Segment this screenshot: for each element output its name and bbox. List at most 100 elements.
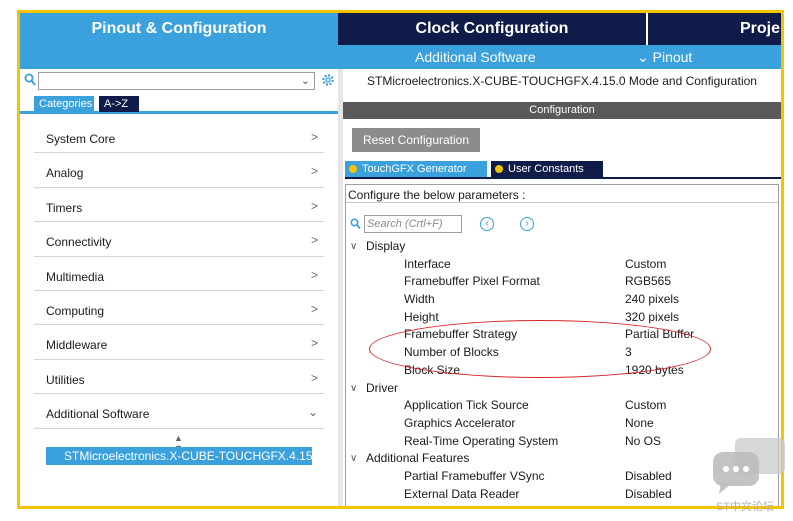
previous-match-icon[interactable]: ‹ — [480, 217, 494, 231]
tab-pinout-configuration[interactable]: Pinout & Configuration — [20, 13, 338, 45]
group-label: Display — [366, 239, 406, 253]
configuration-subtabs: TouchGFX Generator User Constants — [345, 161, 781, 179]
additional-software-menu[interactable]: Additional Software — [415, 45, 536, 69]
sidebar-item-middleware[interactable]: Middleware > — [34, 325, 324, 360]
chevron-down-icon: ⌄ — [637, 49, 649, 65]
group-label: Additional Features — [366, 451, 470, 466]
sidebar-item-label: Middleware — [46, 338, 108, 353]
parameter-value[interactable]: 240 pixels — [625, 291, 679, 309]
parameter-value[interactable]: Partial Buffer — [625, 326, 694, 344]
parameter-name: External Data Reader — [404, 486, 520, 501]
tab-project-manager[interactable]: Proje — [648, 13, 781, 45]
tab-a-to-z[interactable]: A->Z — [99, 96, 139, 112]
tab-touchgfx-generator[interactable]: TouchGFX Generator — [345, 161, 487, 177]
sidebar-item-label: Timers — [46, 200, 83, 215]
search-icon — [350, 218, 361, 230]
reset-configuration-button[interactable]: Reset Configuration — [352, 128, 480, 152]
sidebar-item-label: Multimedia — [46, 269, 105, 284]
table-row[interactable]: Interface Custom — [346, 256, 778, 274]
tab-user-constants[interactable]: User Constants — [491, 161, 603, 177]
chevron-down-icon: ∨ — [350, 453, 358, 465]
parameter-value[interactable]: 320 pixels — [625, 309, 679, 327]
parameter-value[interactable]: Disabled — [625, 468, 672, 486]
parameter-name: Width — [404, 292, 435, 307]
table-row[interactable]: Graphics Accelerator None — [346, 415, 778, 433]
group-driver[interactable]: ∨ Driver — [346, 380, 778, 398]
app-window: Pinout & Configuration Clock Configurati… — [17, 10, 784, 509]
parameter-value[interactable]: No OS — [625, 433, 661, 451]
forum-chat-icon — [713, 438, 785, 494]
parameter-name: Height — [404, 309, 439, 324]
chevron-down-icon[interactable]: ⌄ — [301, 74, 310, 87]
parameter-value[interactable]: Custom — [625, 397, 666, 415]
sub-toolbar: Additional Software ⌄ Pinout — [20, 45, 781, 69]
next-match-icon[interactable]: › — [520, 217, 534, 231]
sidebar-item-multimedia[interactable]: Multimedia > — [34, 257, 324, 291]
chevron-right-icon: > — [310, 198, 318, 213]
table-row[interactable]: Width 240 pixels — [346, 291, 778, 309]
pinout-menu-label: Pinout — [652, 49, 693, 65]
table-row[interactable]: Application Tick Source Custom — [346, 397, 778, 415]
group-label: Driver — [366, 380, 398, 395]
sidebar-item-label: System Core — [46, 132, 116, 146]
chevron-right-icon: > — [310, 164, 318, 179]
pinout-menu[interactable]: ⌄ Pinout — [637, 45, 692, 69]
chevron-right-icon: > — [310, 336, 318, 351]
sidebar-item-analog[interactable]: Analog > — [34, 153, 324, 188]
group-display[interactable]: ∨ Display — [346, 238, 778, 256]
parameter-search-input[interactable]: Search (Crtl+F) — [364, 215, 462, 233]
parameter-name: Graphics Accelerator — [404, 415, 516, 430]
chevron-down-icon: ⌄ — [307, 405, 318, 420]
mode-and-configuration-title: STMicroelectronics.X-CUBE-TOUCHGFX.4.15.… — [367, 74, 757, 88]
sidebar-selected-package[interactable]: STMicroelectronics.X-CUBE-TOUCHGFX.4.15.… — [46, 447, 323, 465]
parameter-name: Framebuffer Strategy — [404, 327, 518, 342]
parameter-name: Interface — [404, 256, 451, 271]
sidebar-item-system-core[interactable]: System Core > — [34, 119, 324, 154]
table-row[interactable]: Height 320 pixels — [346, 309, 778, 327]
sidebar-item-connectivity[interactable]: Connectivity > — [34, 222, 324, 257]
watermark-text: ST中文论坛 — [716, 501, 775, 513]
parameter-name: Real-Time Operating System — [404, 433, 559, 448]
table-row[interactable]: Number of Blocks 3 — [346, 344, 778, 362]
sidebar-item-timers[interactable]: Timers > — [34, 188, 324, 223]
parameter-name: Partial Framebuffer VSync — [404, 468, 545, 483]
sidebar: ⌄ Categories A->Z System Core > Analog > T… — [20, 69, 338, 506]
sidebar-item-label: Connectivity — [46, 235, 112, 250]
tab-clock-configuration[interactable]: Clock Configuration — [338, 13, 646, 45]
parameter-value[interactable]: Disabled — [625, 486, 672, 504]
table-row[interactable]: Block Size 1920 bytes — [346, 362, 778, 380]
parameter-value[interactable]: 3 — [625, 344, 632, 362]
chevron-right-icon: > — [310, 130, 318, 144]
chevron-right-icon: > — [310, 301, 318, 316]
top-tab-bar: Pinout & Configuration Clock Configurati… — [20, 13, 781, 45]
table-row[interactable]: Framebuffer Strategy Partial Buffer — [346, 326, 778, 344]
chevron-down-icon: ∨ — [350, 382, 358, 394]
tab-categories[interactable]: Categories — [34, 96, 94, 112]
sidebar-search-input[interactable]: ⌄ — [38, 72, 315, 90]
sidebar-search-row: ⌄ — [20, 69, 338, 93]
parameters-instructions: Configure the below parameters : — [348, 188, 526, 202]
sidebar-item-label: Computing — [46, 303, 105, 318]
parameter-name: Framebuffer Pixel Format — [404, 274, 540, 289]
status-check-icon — [495, 165, 503, 173]
parameter-value[interactable]: Custom — [625, 256, 666, 274]
status-check-icon — [349, 165, 357, 173]
category-list: System Core > Analog > Timers > Connectivit… — [34, 119, 324, 429]
divider — [346, 202, 778, 203]
parameter-value[interactable]: None — [625, 415, 654, 433]
parameter-value[interactable]: 1920 bytes — [625, 362, 684, 380]
sidebar-item-label: Analog — [46, 166, 84, 181]
chevron-right-icon: > — [310, 267, 318, 282]
gear-icon[interactable] — [321, 73, 335, 87]
sidebar-item-additional-software[interactable]: Additional Software ⌄ — [34, 394, 324, 429]
sidebar-item-label: Utilities — [46, 372, 85, 387]
parameter-name: Number of Blocks — [404, 345, 499, 360]
sidebar-item-utilities[interactable]: Utilities > — [34, 360, 324, 395]
sidebar-item-computing[interactable]: Computing > — [34, 291, 324, 326]
tab-label: User Constants — [508, 163, 584, 175]
parameter-value[interactable]: RGB565 — [625, 273, 671, 291]
configuration-header: Configuration — [343, 102, 781, 119]
table-row[interactable]: Framebuffer Pixel Format RGB565 — [346, 273, 778, 291]
sidebar-item-label: Additional Software — [46, 407, 150, 422]
parameter-name: Application Tick Source — [404, 398, 529, 413]
